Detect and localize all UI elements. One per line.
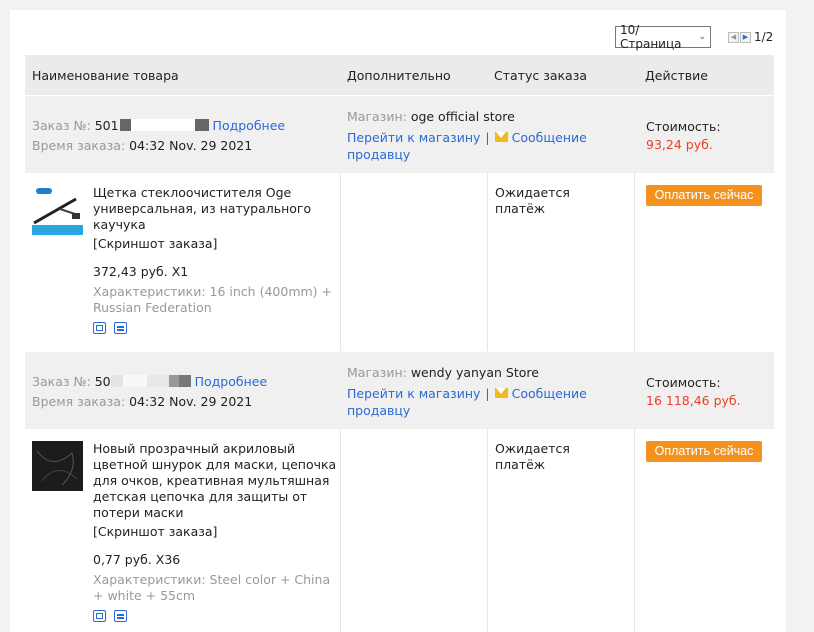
redacted-mask bbox=[194, 119, 209, 131]
product-description: Новый прозрачный акриловый цветной шнуро… bbox=[93, 441, 338, 622]
per-page-value: 10/Страница bbox=[620, 23, 682, 51]
column-divider bbox=[487, 429, 488, 632]
column-divider bbox=[340, 173, 341, 351]
orders-panel: 10/Страница ⌄ ◀ ▶ 1/2 Наименование товар… bbox=[10, 10, 786, 632]
page-indicator: 1/2 bbox=[754, 30, 774, 44]
per-page-select[interactable]: 10/Страница ⌄ bbox=[615, 23, 711, 51]
redacted-mask bbox=[110, 375, 123, 387]
document-icon[interactable] bbox=[114, 610, 127, 622]
store-label: Магазин: bbox=[347, 365, 407, 380]
goto-store-link[interactable]: Перейти к магазину bbox=[347, 130, 480, 145]
order-details-link[interactable]: Подробнее bbox=[213, 118, 286, 133]
header-status: Статус заказа bbox=[494, 67, 588, 83]
header-product: Наименование товара bbox=[32, 67, 179, 83]
document-icon[interactable] bbox=[114, 322, 127, 334]
order-meta: Заказ №: 50 Подробнее Время заказа: 04:3… bbox=[32, 372, 267, 412]
redacted-mask bbox=[168, 375, 179, 387]
store-name: wendy yanyan Store bbox=[410, 365, 539, 380]
mail-icon bbox=[494, 132, 508, 142]
redacted-mask bbox=[178, 375, 191, 387]
product-thumbnail-wiper[interactable] bbox=[32, 185, 83, 235]
price-quantity: 0,77 руб. X36 bbox=[93, 552, 181, 567]
link-separator: | bbox=[485, 130, 490, 145]
order-time-label: Время заказа: bbox=[32, 394, 126, 409]
order-number-label: Заказ №: bbox=[32, 374, 91, 389]
pay-now-button[interactable]: Оплатить сейчас bbox=[646, 185, 762, 206]
order-screenshot-link[interactable]: [Скриншот заказа] bbox=[93, 236, 338, 252]
store-name: oge official store bbox=[410, 109, 515, 124]
header-additional: Дополнительно bbox=[347, 67, 451, 83]
product-thumbnail-mask-chain[interactable] bbox=[32, 441, 83, 491]
pagination-bar: 10/Страница ⌄ ◀ ▶ 1/2 bbox=[10, 10, 786, 55]
product-title[interactable]: Щетка стеклоочистителя Oge универсальная… bbox=[93, 185, 338, 233]
chevron-down-icon: ⌄ bbox=[698, 32, 706, 42]
item-icons bbox=[93, 610, 338, 622]
item-icons bbox=[93, 322, 338, 334]
order-item: Новый прозрачный акриловый цветной шнуро… bbox=[25, 429, 774, 632]
product-description: Щетка стеклоочистителя Oge универсальная… bbox=[93, 185, 338, 334]
order-number: 50 bbox=[94, 374, 111, 389]
order-item: Щетка стеклоочистителя Oge универсальная… bbox=[25, 173, 774, 351]
column-divider bbox=[340, 429, 341, 632]
table-header: Наименование товара Дополнительно Статус… bbox=[25, 55, 774, 95]
product-attributes: Характеристики: Steel color + China + wh… bbox=[93, 572, 331, 603]
product-attributes: Характеристики: 16 inch (400mm) + Russia… bbox=[93, 284, 332, 315]
order-time: 04:32 Nov. 29 2021 bbox=[129, 394, 253, 409]
cost-value: 16 118,46 руб. bbox=[646, 393, 741, 408]
order-time-label: Время заказа: bbox=[32, 138, 126, 153]
order-meta: Заказ №: 501 Подробнее Время заказа: 04:… bbox=[32, 116, 285, 156]
redacted-mask bbox=[146, 375, 169, 387]
store-label: Магазин: bbox=[347, 109, 407, 124]
pay-now-button[interactable]: Оплатить сейчас bbox=[646, 441, 762, 462]
mail-icon bbox=[494, 388, 508, 398]
snapshot-icon[interactable] bbox=[93, 610, 106, 622]
cost-value: 93,24 руб. bbox=[646, 137, 713, 152]
link-separator: | bbox=[485, 386, 490, 401]
cost-label: Стоимость: bbox=[646, 119, 721, 134]
column-divider bbox=[634, 173, 635, 351]
order-number: 501 bbox=[94, 118, 119, 133]
redacted-mask bbox=[122, 375, 147, 387]
order-header: Заказ №: 50 Подробнее Время заказа: 04:3… bbox=[25, 352, 774, 429]
order-header: Заказ №: 501 Подробнее Время заказа: 04:… bbox=[25, 96, 774, 173]
redacted-mask bbox=[119, 119, 131, 131]
header-action: Действие bbox=[645, 67, 708, 83]
product-title[interactable]: Новый прозрачный акриловый цветной шнуро… bbox=[93, 441, 338, 521]
pager: ◀ ▶ 1/2 bbox=[728, 30, 773, 44]
goto-store-link[interactable]: Перейти к магазину bbox=[347, 386, 480, 401]
order-screenshot-link[interactable]: [Скриншот заказа] bbox=[93, 524, 338, 540]
snapshot-icon[interactable] bbox=[93, 322, 106, 334]
column-divider bbox=[487, 173, 488, 351]
cost-label: Стоимость: bbox=[646, 375, 721, 390]
order-time: 04:32 Nov. 29 2021 bbox=[129, 138, 253, 153]
store-info: Магазин: oge official store Перейти к ма… bbox=[347, 108, 597, 163]
order-number-label: Заказ №: bbox=[32, 118, 91, 133]
order-details-link[interactable]: Подробнее bbox=[195, 374, 268, 389]
order-status: Ожидается платёж bbox=[495, 441, 570, 472]
column-divider bbox=[634, 429, 635, 632]
price-quantity: 372,43 руб. X1 bbox=[93, 264, 189, 279]
order-cost: Стоимость: 93,24 руб. bbox=[646, 118, 721, 154]
next-page-icon[interactable]: ▶ bbox=[740, 31, 751, 43]
prev-page-icon[interactable]: ◀ bbox=[728, 31, 739, 43]
redacted-mask bbox=[130, 119, 195, 131]
order-cost: Стоимость: 16 118,46 руб. bbox=[646, 374, 741, 410]
store-info: Магазин: wendy yanyan Store Перейти к ма… bbox=[347, 364, 597, 419]
order-status: Ожидается платёж bbox=[495, 185, 570, 216]
